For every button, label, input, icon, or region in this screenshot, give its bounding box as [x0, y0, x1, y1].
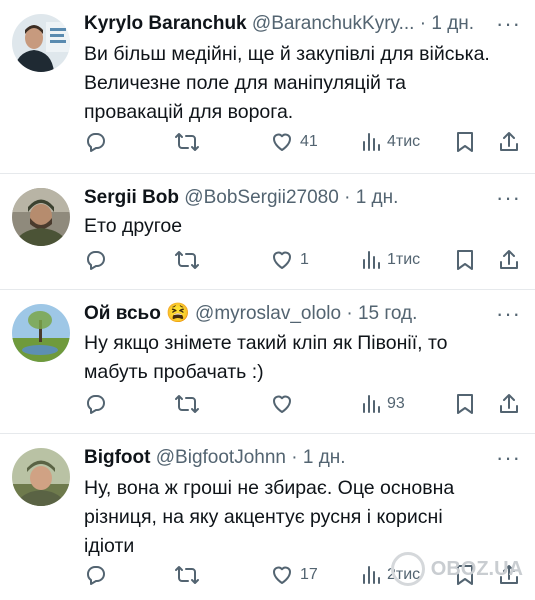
author-handle[interactable]: @BobSergii27080 — [184, 187, 339, 208]
share-button[interactable] — [497, 389, 521, 419]
views-count: 1тис — [387, 251, 421, 268]
more-options-icon[interactable]: ··· — [496, 303, 521, 325]
reply-button[interactable] — [84, 389, 114, 419]
like-icon — [273, 133, 291, 151]
retweet-icon — [175, 133, 199, 151]
timestamp[interactable]: · 1 дн. — [291, 447, 345, 468]
avatar[interactable] — [12, 188, 70, 246]
tweet-text-line: провакацій для ворога. — [84, 101, 294, 123]
views-button[interactable]: 1тис — [361, 245, 420, 275]
views-icon — [363, 251, 380, 269]
tweet-3[interactable]: Ой всьо 😫 @myroslav_ololo · 15 год. ··· … — [0, 290, 535, 434]
tweet-text: Ну якщо знімете такий кліп як Півонії, т… — [84, 329, 521, 387]
tweet-text: Ну, вона ж гроші не збирає. Оце основна … — [84, 474, 521, 561]
author-handle[interactable]: @BaranchukKyry... — [252, 13, 415, 34]
like-count: 17 — [300, 566, 318, 583]
watermark: OBOZ.UA — [390, 552, 523, 586]
author-emoji: 😫 — [166, 303, 190, 324]
like-button[interactable]: 17 — [270, 560, 318, 590]
author-name[interactable]: Bigfoot — [84, 447, 150, 468]
more-options-icon[interactable]: ··· — [496, 447, 521, 469]
bookmark-icon — [457, 250, 473, 270]
views-button[interactable]: 4тис — [361, 127, 420, 157]
author-name[interactable]: Kyrylo Baranchuk — [84, 13, 247, 34]
watermark-text: OBOZ.UA — [430, 557, 523, 580]
timestamp[interactable]: · 1 дн. — [420, 13, 474, 34]
reply-button[interactable] — [84, 245, 114, 275]
tweet-2[interactable]: Sergii Bob @BobSergii27080 · 1 дн. ··· Е… — [0, 174, 535, 290]
like-icon — [273, 251, 291, 269]
tweet-text-line: Ви більш медійні, ще й закупівлі для вій… — [84, 43, 490, 65]
retweet-icon — [175, 566, 199, 584]
retweet-icon — [175, 395, 199, 413]
tweet-text-line: Величезне поле для маніпуляцій та — [84, 72, 406, 94]
share-icon — [500, 394, 518, 413]
tweet-header: Sergii Bob @BobSergii27080 · 1 дн. — [84, 184, 495, 212]
author-name[interactable]: Sergii Bob — [84, 187, 179, 208]
bookmark-icon — [457, 394, 473, 414]
views-icon — [363, 395, 380, 413]
views-icon — [363, 566, 380, 584]
avatar[interactable] — [12, 448, 70, 506]
bookmark-button[interactable] — [455, 127, 475, 157]
author-handle[interactable]: @myroslav_ololo — [195, 303, 341, 324]
timestamp[interactable]: · 1 дн. — [344, 187, 398, 208]
retweet-button[interactable] — [174, 245, 206, 275]
tweet-actions: 41 4тис — [84, 127, 525, 157]
tweet-header: Bigfoot @BigfootJohnn · 1 дн. — [84, 444, 495, 472]
tweet-header: Kyrylo Baranchuk @BaranchukKyry... · 1 д… — [84, 10, 495, 38]
retweet-icon — [175, 251, 199, 269]
avatar[interactable] — [12, 14, 70, 72]
like-button[interactable]: 1 — [270, 245, 309, 275]
tweet-1[interactable]: Kyrylo Baranchuk @BaranchukKyry... · 1 д… — [0, 0, 535, 174]
like-icon — [273, 566, 291, 584]
tweet-actions: 93 — [84, 389, 525, 419]
share-button[interactable] — [497, 245, 521, 275]
reply-icon — [87, 251, 105, 270]
views-count: 93 — [387, 395, 405, 412]
author-handle[interactable]: @BigfootJohnn — [156, 447, 286, 468]
watermark-logo-icon — [390, 552, 425, 586]
share-icon — [500, 132, 518, 151]
tweet-text-line: різниця, на яку акцентує русня і корисні — [84, 506, 443, 528]
tweet-text-line: Ето другое — [84, 215, 183, 237]
like-icon — [273, 395, 291, 413]
tweet-text-line: мабуть пробачать :) — [84, 361, 264, 383]
timestamp[interactable]: · 15 год. — [346, 303, 417, 324]
share-button[interactable] — [497, 127, 521, 157]
bookmark-button[interactable] — [455, 389, 475, 419]
more-options-icon[interactable]: ··· — [496, 187, 521, 209]
views-icon — [363, 133, 380, 151]
more-options-icon[interactable]: ··· — [496, 13, 521, 35]
tweet-text-line: Ну якщо знімете такий кліп як Півонії, т… — [84, 332, 448, 354]
reply-icon — [87, 566, 105, 585]
share-icon — [500, 250, 518, 269]
tweet-text-line: Ну, вона ж гроші не збирає. Оце основна — [84, 477, 455, 499]
views-button[interactable]: 93 — [361, 389, 405, 419]
reply-icon — [87, 395, 105, 414]
avatar[interactable] — [12, 304, 70, 362]
bookmark-button[interactable] — [455, 245, 475, 275]
like-count: 41 — [300, 133, 318, 150]
retweet-button[interactable] — [174, 127, 206, 157]
retweet-button[interactable] — [174, 389, 206, 419]
like-button[interactable] — [270, 389, 300, 419]
like-count: 1 — [300, 251, 309, 268]
views-count: 4тис — [387, 133, 421, 150]
reply-icon — [87, 133, 105, 152]
bookmark-icon — [457, 132, 473, 152]
reply-button[interactable] — [84, 127, 114, 157]
tweet-header: Ой всьо 😫 @myroslav_ololo · 15 год. — [84, 300, 495, 328]
author-name[interactable]: Ой всьо — [84, 303, 161, 324]
tweet-text: Ето другое — [84, 212, 521, 241]
reply-button[interactable] — [84, 560, 114, 590]
retweet-button[interactable] — [174, 560, 206, 590]
like-button[interactable]: 41 — [270, 127, 318, 157]
tweet-text: Ви більш медійні, ще й закупівлі для вій… — [84, 40, 521, 127]
tweet-actions: 1 1тис — [84, 245, 525, 275]
